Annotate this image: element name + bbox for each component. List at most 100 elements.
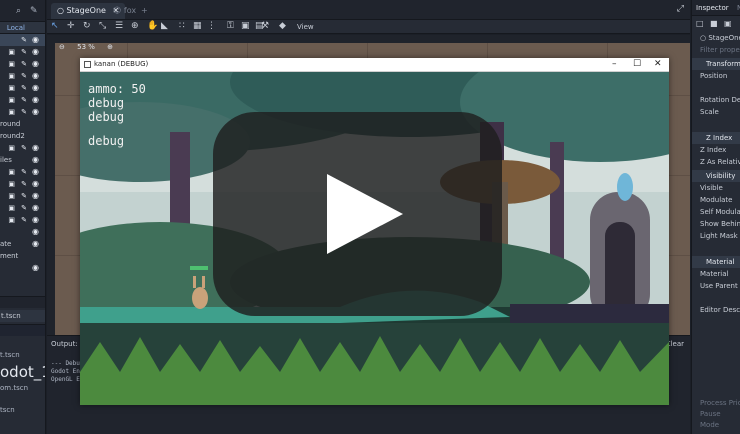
visibility-eye-icon[interactable]: ◉: [32, 262, 39, 274]
node-group-icon[interactable]: ▣: [8, 58, 15, 70]
script-icon[interactable]: ✎: [30, 6, 38, 16]
visibility-eye-icon[interactable]: ◉: [32, 166, 39, 178]
property-row[interactable]: [692, 292, 740, 304]
rotate-tool-icon[interactable]: ↻: [83, 21, 91, 31]
node-group-icon[interactable]: ▣: [8, 202, 15, 214]
tree-row[interactable]: round: [0, 118, 45, 130]
visibility-eye-icon[interactable]: ◉: [32, 82, 39, 94]
tree-row[interactable]: ▣ ✎ ◉: [0, 82, 45, 94]
property-section-header[interactable]: Visibility: [692, 170, 740, 182]
pivot-tool-icon[interactable]: ⊕: [131, 21, 139, 31]
node-group-icon[interactable]: ▣: [8, 142, 15, 154]
zoom-out-icon[interactable]: ⊖: [59, 43, 65, 51]
file-item[interactable]: [0, 394, 45, 405]
filesystem-path[interactable]: t.tscn: [0, 310, 45, 322]
animation-key-icon[interactable]: ◆: [279, 21, 286, 31]
property-row[interactable]: Mode: [692, 420, 740, 431]
property-section-header[interactable]: Transform: [692, 58, 740, 70]
maximize-icon[interactable]: ☐: [633, 59, 641, 69]
node-group-icon[interactable]: ▣: [8, 214, 15, 226]
visibility-eye-icon[interactable]: ◉: [32, 178, 39, 190]
property-row[interactable]: Show Behind: [692, 218, 740, 230]
load-resource-icon[interactable]: ■: [710, 19, 718, 28]
tree-row[interactable]: ✎ ◉: [0, 34, 45, 46]
visibility-eye-icon[interactable]: ◉: [32, 94, 39, 106]
property-row[interactable]: Position: [692, 70, 740, 82]
close-icon[interactable]: ✕: [654, 59, 662, 69]
ruler-tool-icon[interactable]: ◣: [161, 21, 168, 31]
snap-icon[interactable]: ∷: [179, 21, 185, 31]
script-icon[interactable]: ✎: [21, 202, 27, 214]
property-row[interactable]: Rotation Deg: [692, 94, 740, 106]
node-group-icon[interactable]: ▣: [8, 46, 15, 58]
property-row[interactable]: Modulate: [692, 194, 740, 206]
property-row[interactable]: Material: [692, 268, 740, 280]
zoom-in-icon[interactable]: ⊕: [107, 43, 113, 51]
visibility-eye-icon[interactable]: ◉: [32, 238, 39, 250]
file-item[interactable]: odot_1: [0, 361, 45, 383]
grid-snap-icon[interactable]: ▦: [193, 21, 202, 31]
script-icon[interactable]: ✎: [21, 34, 27, 46]
node-group-icon[interactable]: ▣: [8, 106, 15, 118]
key-icon[interactable]: ⚒: [261, 21, 269, 31]
view-menu[interactable]: View: [297, 21, 314, 33]
new-resource-icon[interactable]: □: [696, 19, 704, 28]
visibility-eye-icon[interactable]: ◉: [32, 190, 39, 202]
visibility-eye-icon[interactable]: ◉: [32, 214, 39, 226]
tree-row[interactable]: ment: [0, 250, 45, 262]
local-tab[interactable]: Local: [0, 22, 45, 34]
video-play-button[interactable]: [213, 112, 502, 316]
node-group-icon[interactable]: ▣: [8, 190, 15, 202]
zoom-level[interactable]: 53 %: [77, 43, 95, 51]
tree-row[interactable]: ▣ ✎ ◉: [0, 214, 45, 226]
script-icon[interactable]: ✎: [21, 46, 27, 58]
visibility-eye-icon[interactable]: ◉: [32, 70, 39, 82]
property-section-header[interactable]: Z Index: [692, 132, 740, 144]
property-filter[interactable]: Filter propert: [692, 44, 740, 56]
visibility-eye-icon[interactable]: ◉: [32, 226, 39, 238]
save-resource-icon[interactable]: ▣: [724, 19, 732, 28]
property-row[interactable]: [692, 242, 740, 254]
pan-tool-icon[interactable]: ✋: [147, 21, 158, 31]
script-icon[interactable]: ✎: [21, 94, 27, 106]
list-select-icon[interactable]: ☰: [115, 21, 123, 31]
tree-row[interactable]: ate ◉: [0, 238, 45, 250]
script-icon[interactable]: ✎: [21, 190, 27, 202]
property-row[interactable]: [692, 118, 740, 130]
file-item[interactable]: om.tscn: [0, 383, 45, 394]
tree-row[interactable]: ▣ ✎ ◉: [0, 94, 45, 106]
script-icon[interactable]: ✎: [21, 70, 27, 82]
node-group-icon[interactable]: ▣: [8, 70, 15, 82]
property-row[interactable]: Process Priori: [692, 398, 740, 409]
tree-row[interactable]: ▣ ✎ ◉: [0, 178, 45, 190]
property-section-header[interactable]: Material: [692, 256, 740, 268]
visibility-eye-icon[interactable]: ◉: [32, 154, 39, 166]
script-icon[interactable]: ✎: [21, 58, 27, 70]
select-tool-icon[interactable]: ↖: [51, 21, 59, 31]
node-group-icon[interactable]: ▣: [8, 166, 15, 178]
visibility-eye-icon[interactable]: ◉: [32, 46, 39, 58]
property-row[interactable]: [692, 82, 740, 94]
property-row[interactable]: Z As Relative: [692, 156, 740, 168]
add-tab-button[interactable]: +: [135, 3, 154, 19]
tree-row[interactable]: iles ◉: [0, 154, 45, 166]
distraction-free-icon[interactable]: ⤢: [677, 4, 684, 14]
file-item[interactable]: t.tscn: [0, 350, 45, 361]
window-titlebar[interactable]: kanan (DEBUG) – ☐ ✕: [80, 58, 669, 72]
tree-row[interactable]: ▣ ✎ ◉: [0, 106, 45, 118]
tree-row[interactable]: ▣ ✎ ◉: [0, 190, 45, 202]
lock-icon[interactable]: ⚿: [227, 21, 234, 31]
script-icon[interactable]: ✎: [21, 142, 27, 154]
script-icon[interactable]: ✎: [21, 178, 27, 190]
node-group-icon[interactable]: ▣: [8, 82, 15, 94]
tree-row[interactable]: ▣ ✎ ◉: [0, 202, 45, 214]
tree-row[interactable]: ▣ ✎ ◉: [0, 46, 45, 58]
script-icon[interactable]: ✎: [21, 106, 27, 118]
property-row[interactable]: Light Mask: [692, 230, 740, 242]
search-icon[interactable]: ⌕: [16, 6, 21, 16]
filesystem-search[interactable]: [0, 324, 45, 336]
visibility-eye-icon[interactable]: ◉: [32, 142, 39, 154]
property-row[interactable]: Visible: [692, 182, 740, 194]
visibility-eye-icon[interactable]: ◉: [32, 58, 39, 70]
property-row[interactable]: Editor Descrip: [692, 304, 740, 316]
